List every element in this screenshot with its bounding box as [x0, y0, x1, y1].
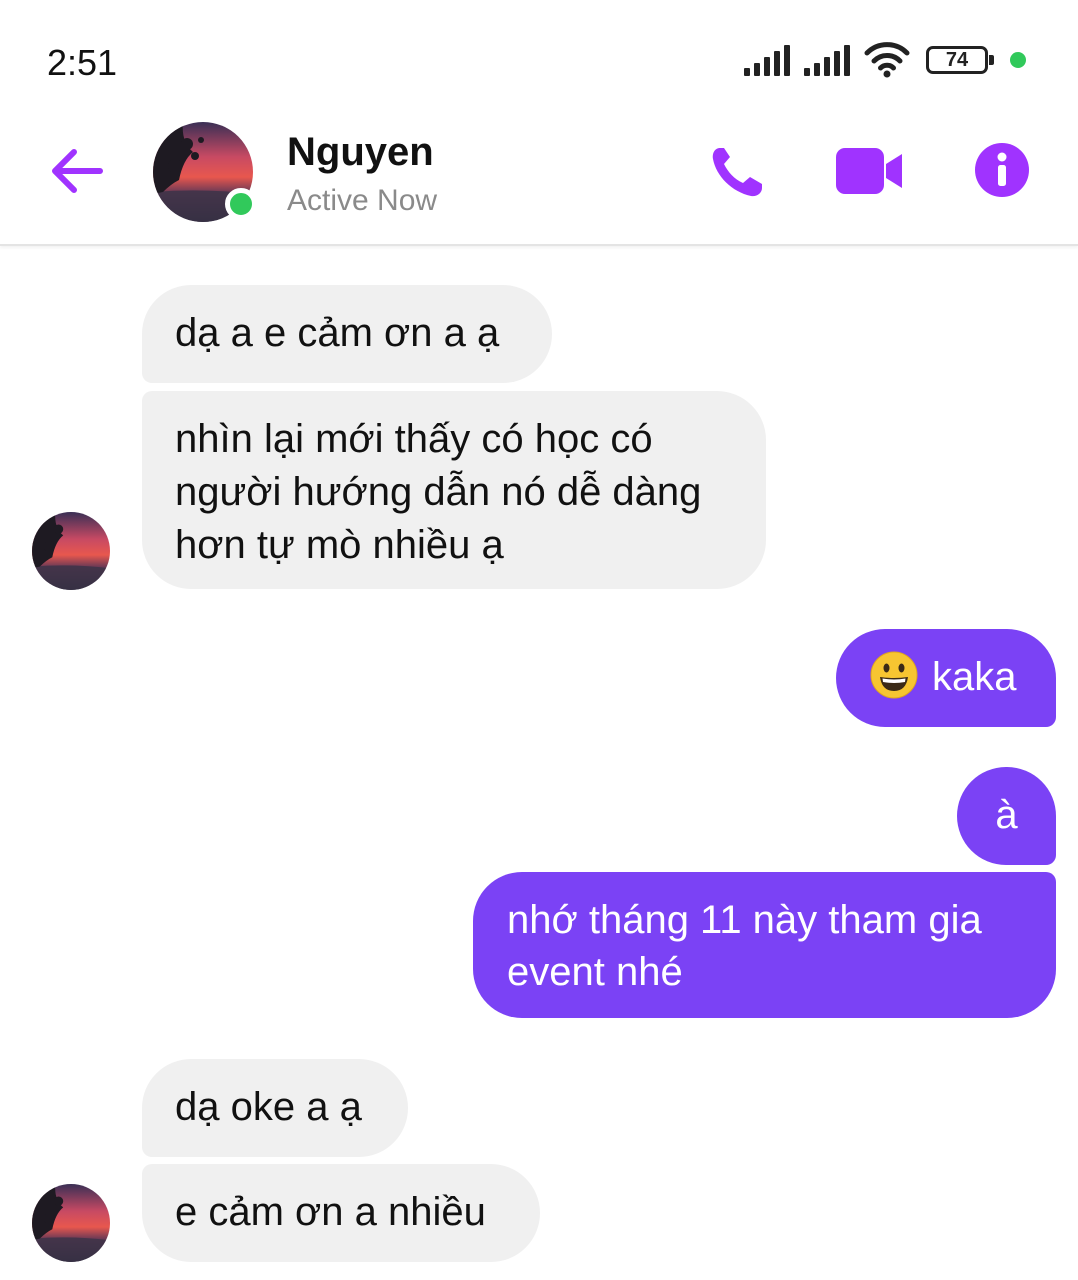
back-arrow-icon[interactable] [50, 144, 104, 198]
online-status-dot [225, 188, 257, 220]
sunset-avatar-image [32, 512, 110, 590]
sender-avatar[interactable] [32, 1184, 110, 1262]
message-text-line: event nhé [507, 950, 683, 994]
contact-status: Active Now [287, 184, 438, 217]
info-icon[interactable] [974, 142, 1030, 198]
message-text-line: người hướng dẫn nó dễ dàng [175, 470, 702, 514]
status-time: 2:51 [47, 42, 118, 83]
message-text-line: hơn tự mò nhiều ạ [175, 523, 504, 567]
signal-icon [744, 44, 790, 76]
incoming-message-bubble[interactable]: dạ a e cảm ơn a ạ [142, 285, 552, 383]
message-text: dạ a e cảm ơn a ạ [175, 311, 500, 355]
message-text: e cảm ơn a nhiều [175, 1190, 486, 1234]
incoming-message-bubble[interactable]: e cảm ơn a nhiều [142, 1164, 540, 1262]
sender-avatar[interactable] [32, 512, 110, 590]
signal-icon [804, 44, 850, 76]
sunset-avatar-image [32, 1184, 110, 1262]
grinning-face-emoji [870, 651, 918, 699]
message-text: dạ oke a ạ [175, 1085, 362, 1129]
message-content: kaka [870, 651, 1017, 704]
battery-level: 74 [945, 49, 969, 71]
incoming-message-bubble[interactable]: nhìn lại mới thấy có học có người hướng … [142, 391, 766, 589]
wifi-icon [864, 42, 910, 78]
chat-header: Nguyen Active Now [0, 120, 1078, 246]
contact-name[interactable]: Nguyen [287, 130, 434, 175]
incoming-message-bubble[interactable]: dạ oke a ạ [142, 1059, 408, 1157]
message-text: kaka [932, 655, 1017, 699]
video-camera-icon[interactable] [836, 148, 904, 194]
notification-dot [1010, 52, 1026, 68]
message-text: à [995, 793, 1018, 837]
outgoing-message-bubble[interactable]: à [957, 767, 1056, 865]
message-text-line: nhớ tháng 11 này tham gia [507, 898, 982, 942]
battery-icon: 74 [926, 46, 994, 74]
status-bar: 2:51 74 [0, 0, 1078, 120]
outgoing-message-bubble[interactable]: nhớ tháng 11 này tham gia event nhé [473, 872, 1056, 1018]
outgoing-message-bubble[interactable]: kaka [836, 629, 1056, 727]
message-text-line: nhìn lại mới thấy có học có [175, 417, 653, 461]
phone-icon[interactable] [708, 144, 768, 200]
contact-avatar[interactable] [153, 122, 257, 222]
